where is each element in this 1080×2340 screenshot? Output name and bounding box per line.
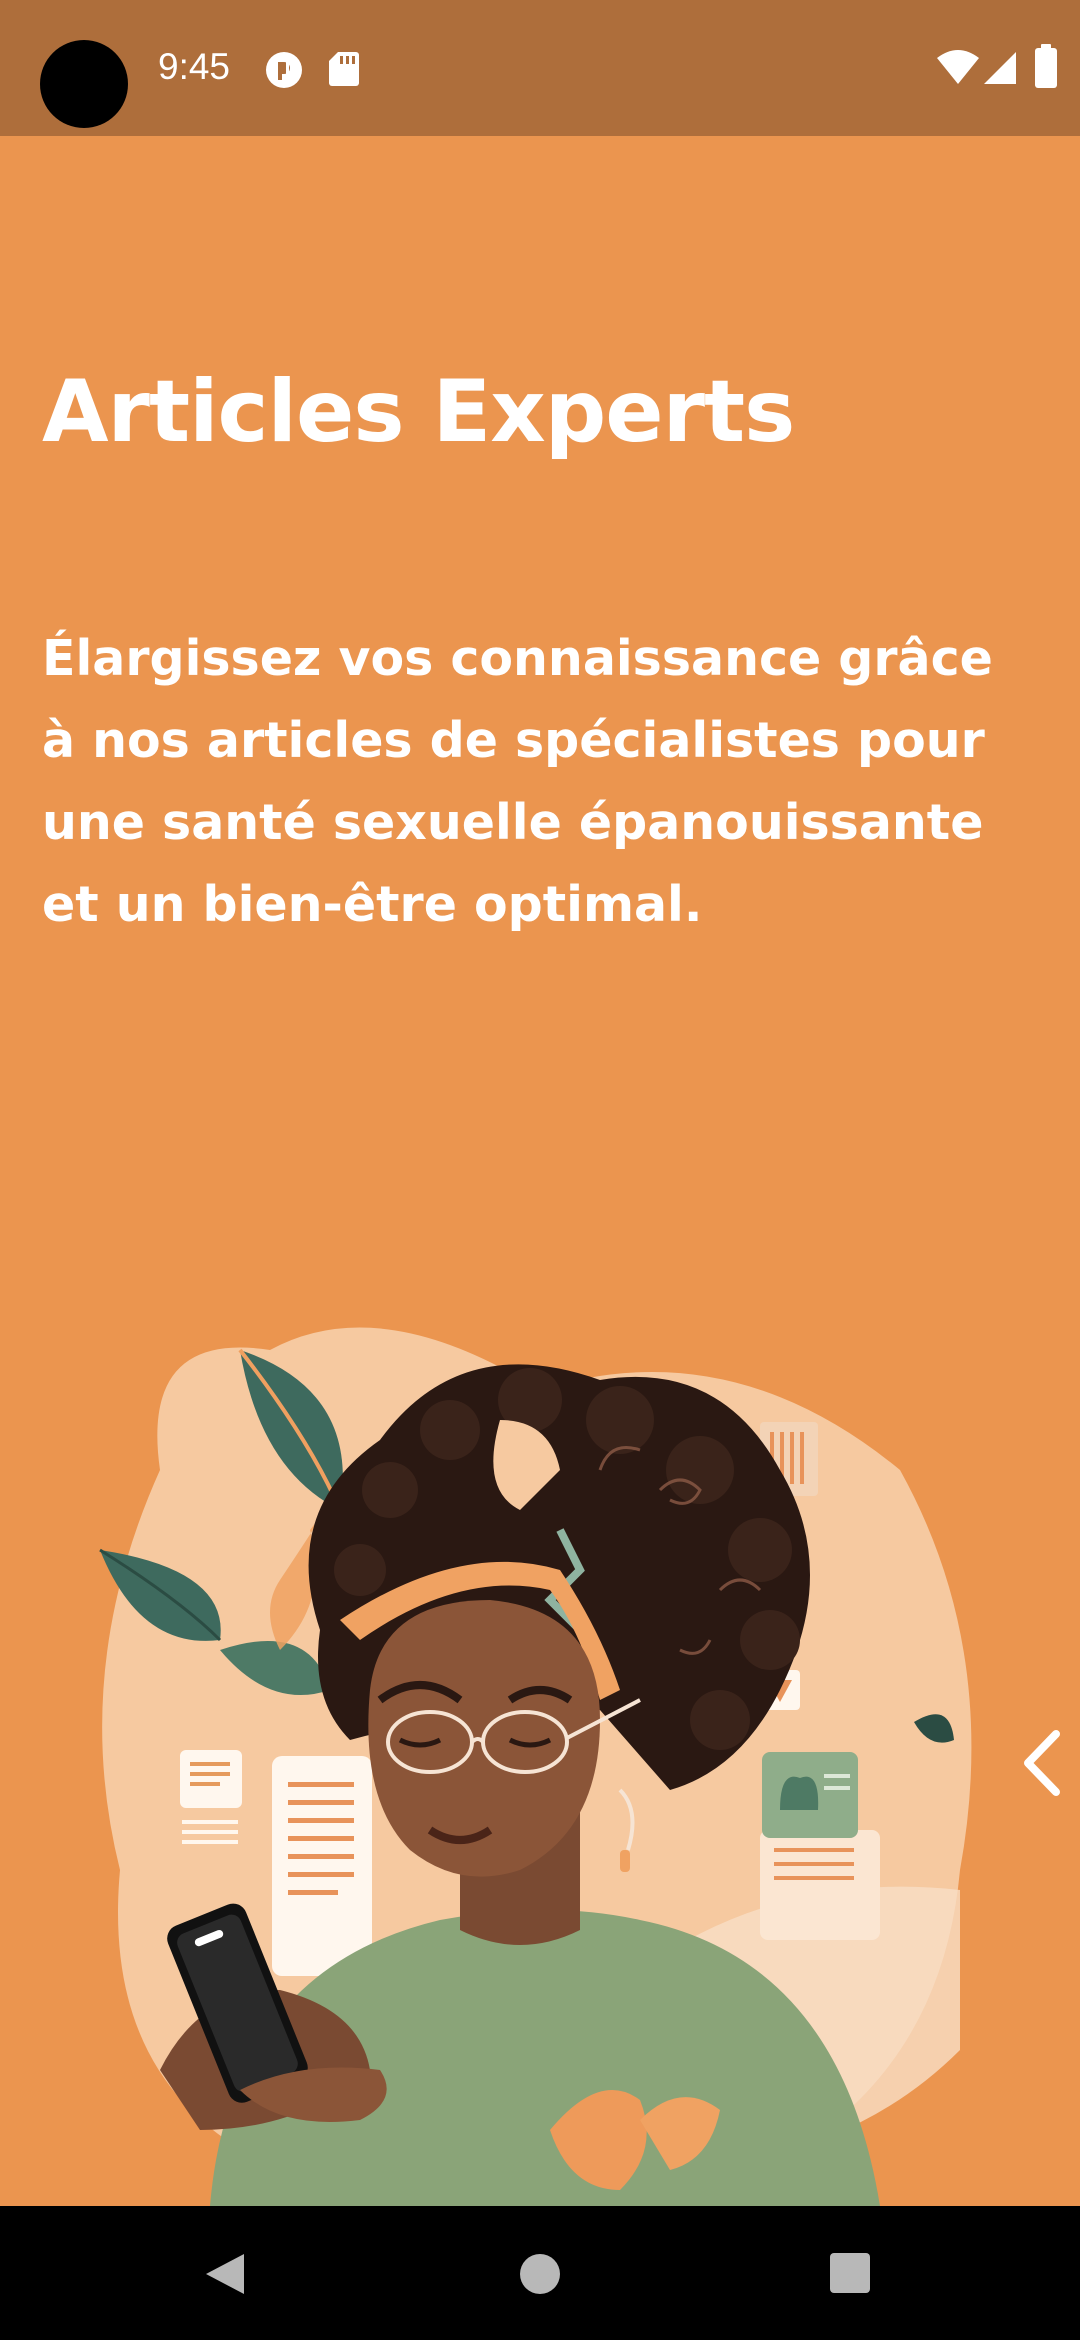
recents-square-icon[interactable] [829,2252,871,2294]
home-circle-icon[interactable] [519,2253,561,2295]
chevron-left-icon[interactable] [1012,1728,1072,1798]
status-bar: 9:45 [0,0,1080,136]
back-triangle-icon[interactable] [202,2250,248,2298]
cellular-signal-icon [984,52,1016,84]
notification-app-icon [266,52,302,88]
page-description: Élargissez vos connaissance grâce à nos … [42,630,993,933]
camera-cutout [40,40,128,128]
battery-icon [1035,44,1057,88]
sd-card-icon [329,52,359,86]
navigation-bar [0,2206,1080,2340]
wifi-icon [937,50,979,84]
status-time: 9:45 [158,46,231,87]
woman-reading-phone-illustration [99,1327,972,2206]
page-title: Articles Experts [42,362,795,462]
